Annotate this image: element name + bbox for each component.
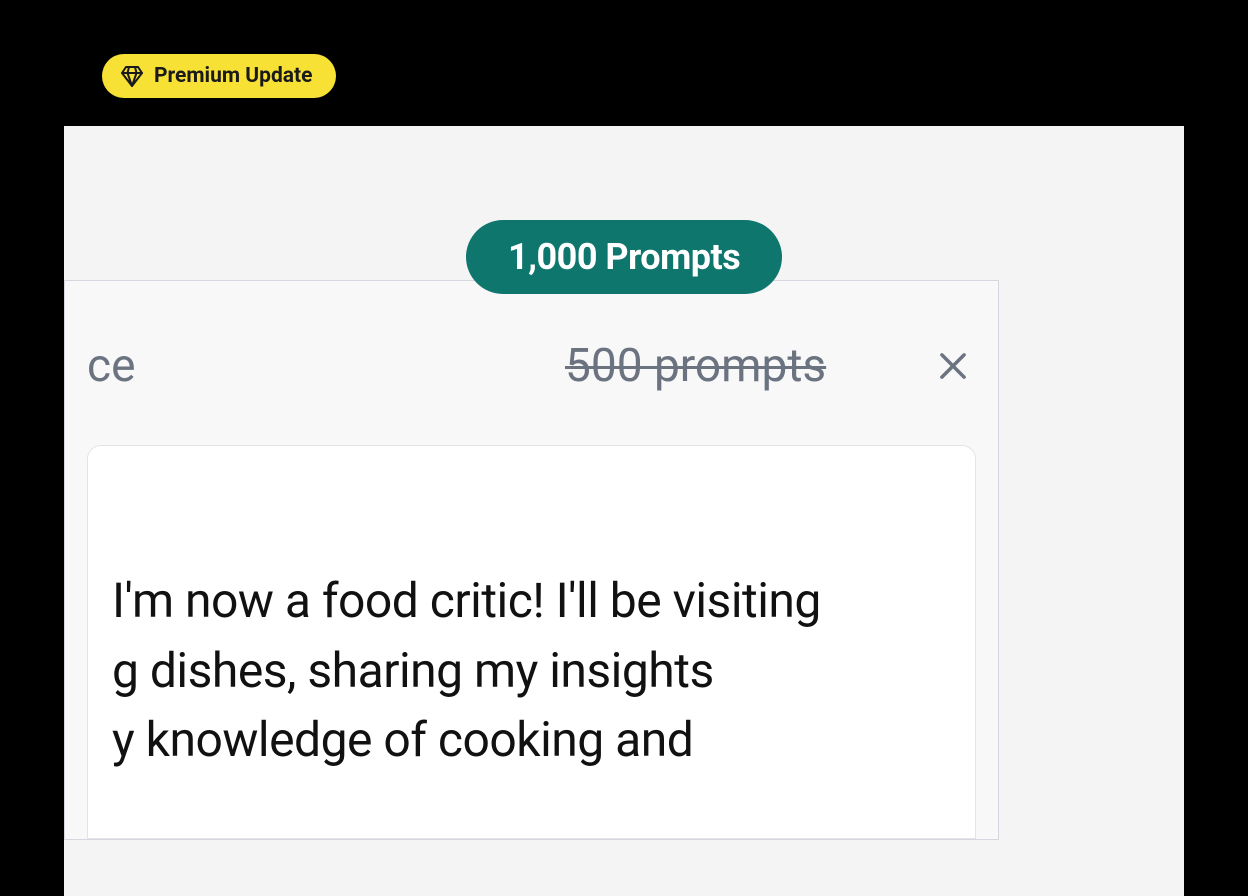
close-button[interactable] [928, 341, 978, 391]
close-icon [934, 347, 972, 385]
old-prompts-count: 500 prompts [565, 339, 826, 393]
body-text: I'm now a food critic! I'll be visiting … [112, 566, 955, 775]
dialog-header: ce 500 prompts [65, 281, 998, 441]
premium-update-label: Premium Update [154, 64, 312, 88]
dialog-card: ce 500 prompts I'm now a food critic! I'… [64, 280, 999, 840]
prompts-count-pill: 1,000 Prompts [466, 220, 782, 294]
prompts-count-label: 1,000 Prompts [508, 236, 740, 278]
diamond-icon [120, 64, 144, 88]
header-text-fragment: ce [87, 339, 135, 393]
premium-update-badge: Premium Update [102, 54, 336, 98]
dialog-body: I'm now a food critic! I'll be visiting … [87, 445, 976, 839]
